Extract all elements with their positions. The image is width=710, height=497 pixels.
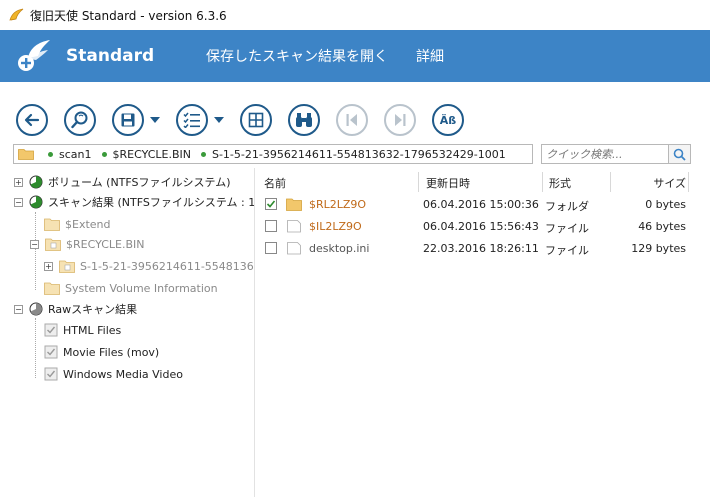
tree-item-raw-scan-results[interactable]: − Rawスキャン結果 [14,299,137,319]
special-folder-icon [45,238,61,251]
save-dropdown-chevron-icon[interactable] [150,117,160,123]
raw-pie-icon [29,302,43,316]
folder-icon [18,149,34,160]
window-title: 復旧天使 Standard - version 6.3.6 [30,8,227,23]
quick-search [541,144,691,164]
next-button[interactable] [384,104,416,136]
back-button[interactable] [16,104,48,136]
next-icon [395,114,406,126]
prev-icon [346,114,357,126]
breadcrumb-segment[interactable]: $RECYCLE.BIN [101,148,191,161]
file-type-check-icon [44,367,58,381]
checklist-icon [183,112,200,128]
tree-item-movie-files[interactable]: Movie Files (mov) [44,342,159,362]
save-button[interactable] [112,104,144,136]
file-type: ファイル [545,222,589,235]
file-name: $IL2LZ9O [309,220,362,233]
bullet-icon [200,151,206,157]
bullet-icon [48,151,53,157]
scan-button[interactable] [64,104,96,136]
menu-open-saved-scan[interactable]: 保存したスキャン結果を開く [206,46,388,66]
table-row[interactable]: $IL2LZ9O 06.04.2016 15:56:43 ファイル 46 byt… [258,216,690,236]
search-icon [673,148,686,161]
file-modified: 06.04.2016 15:56:43 [423,220,539,233]
tree-item-html-files[interactable]: HTML Files [44,320,121,340]
file-icon [287,242,301,255]
special-folder-icon [59,260,75,273]
file-name: $RL2LZ9O [309,198,367,211]
breadcrumb-segment[interactable]: scan1 [48,148,92,161]
table-row[interactable]: $RL2LZ9O 06.04.2016 15:00:36 フォルダ 0 byte… [258,194,690,214]
collapse-icon[interactable]: − [14,197,23,207]
view-mode-button[interactable] [240,104,272,136]
column-separator[interactable] [542,172,543,192]
arrow-left-icon [24,113,40,127]
folder-icon [44,282,60,295]
bullet-icon [101,151,107,157]
checkmark-icon [266,200,276,208]
file-modified: 06.04.2016 15:00:36 [423,198,539,211]
column-separator[interactable] [688,172,689,192]
encoding-button[interactable]: Äß [432,104,464,136]
column-header-name[interactable]: 名前 [264,175,286,191]
text-icon: Äß [439,113,457,127]
angel-wing-logo-icon [18,40,50,71]
column-separator[interactable] [418,172,419,192]
file-type: フォルダ [545,200,589,213]
floppy-icon [121,113,135,127]
path-breadcrumb[interactable]: scan1 $RECYCLE.BIN S-1-5-21-3956214611-5… [13,144,533,164]
folder-icon [286,198,302,211]
column-header-type[interactable]: 形式 [549,175,571,191]
select-list-button[interactable] [176,104,208,136]
table-row[interactable]: desktop.ini 22.03.2016 18:26:11 ファイル 129… [258,238,690,258]
binoculars-icon [296,113,312,127]
volume-pie-icon [29,195,43,209]
app-wing-icon [9,8,24,21]
brand-label: Standard [66,46,155,66]
title-bar: 復旧天使 Standard - version 6.3.6 [0,0,710,30]
file-modified: 22.03.2016 18:26:11 [423,242,539,255]
tree-item-windows-media-video[interactable]: Windows Media Video [44,364,183,384]
tree-item-scan-results[interactable]: − スキャン結果 (NTFSファイルシステム : 128.7 [14,192,254,212]
expand-icon[interactable]: + [14,177,23,187]
pane-splitter[interactable] [254,168,255,497]
file-list-header: 名前 更新日時 形式 サイズ [258,172,690,192]
breadcrumb-segment[interactable]: S-1-5-21-3956214611-554813632-1796532429… [200,148,506,161]
app-header: Standard 保存したスキャン結果を開く 詳細 [0,30,710,82]
previous-button[interactable] [336,104,368,136]
row-checkbox[interactable] [265,242,277,254]
file-type-check-icon [44,323,58,337]
tree-item-volume[interactable]: + ボリューム (NTFSファイルシステム) [14,172,230,192]
file-name: desktop.ini [309,242,370,255]
file-type: ファイル [545,244,589,257]
folder-tree: + ボリューム (NTFSファイルシステム) − スキャン結果 (NTFSファイ… [8,172,254,492]
tree-guide [35,318,36,378]
file-icon [287,220,301,233]
column-header-modified[interactable]: 更新日時 [426,175,470,191]
menu-advanced[interactable]: 詳細 [416,46,444,66]
grid-icon [248,112,264,128]
select-dropdown-chevron-icon[interactable] [214,117,224,123]
tree-item-recycle-bin[interactable]: − $RECYCLE.BIN [30,234,144,254]
collapse-icon[interactable]: − [14,304,23,314]
search-button[interactable] [668,145,690,163]
tree-item-system-volume-information[interactable]: System Volume Information [44,278,218,298]
file-size: 46 bytes [638,220,686,233]
magnifier-icon [71,111,88,129]
row-checkbox[interactable] [265,198,277,210]
row-checkbox[interactable] [265,220,277,232]
volume-pie-icon [29,175,43,189]
folder-icon [44,218,60,231]
file-type-check-icon [44,345,58,359]
expand-icon[interactable]: + [44,261,53,271]
find-button[interactable] [288,104,320,136]
toolbar: Äß [0,100,710,140]
tree-item-sid-folder[interactable]: + S-1-5-21-3956214611-554813632-1 [44,256,254,276]
collapse-icon[interactable]: − [30,239,39,249]
column-header-size[interactable]: サイズ [610,175,686,191]
file-size: 0 bytes [645,198,686,211]
quick-search-input[interactable] [542,145,669,163]
tree-item-extend[interactable]: $Extend [44,214,111,234]
file-size: 129 bytes [631,242,686,255]
